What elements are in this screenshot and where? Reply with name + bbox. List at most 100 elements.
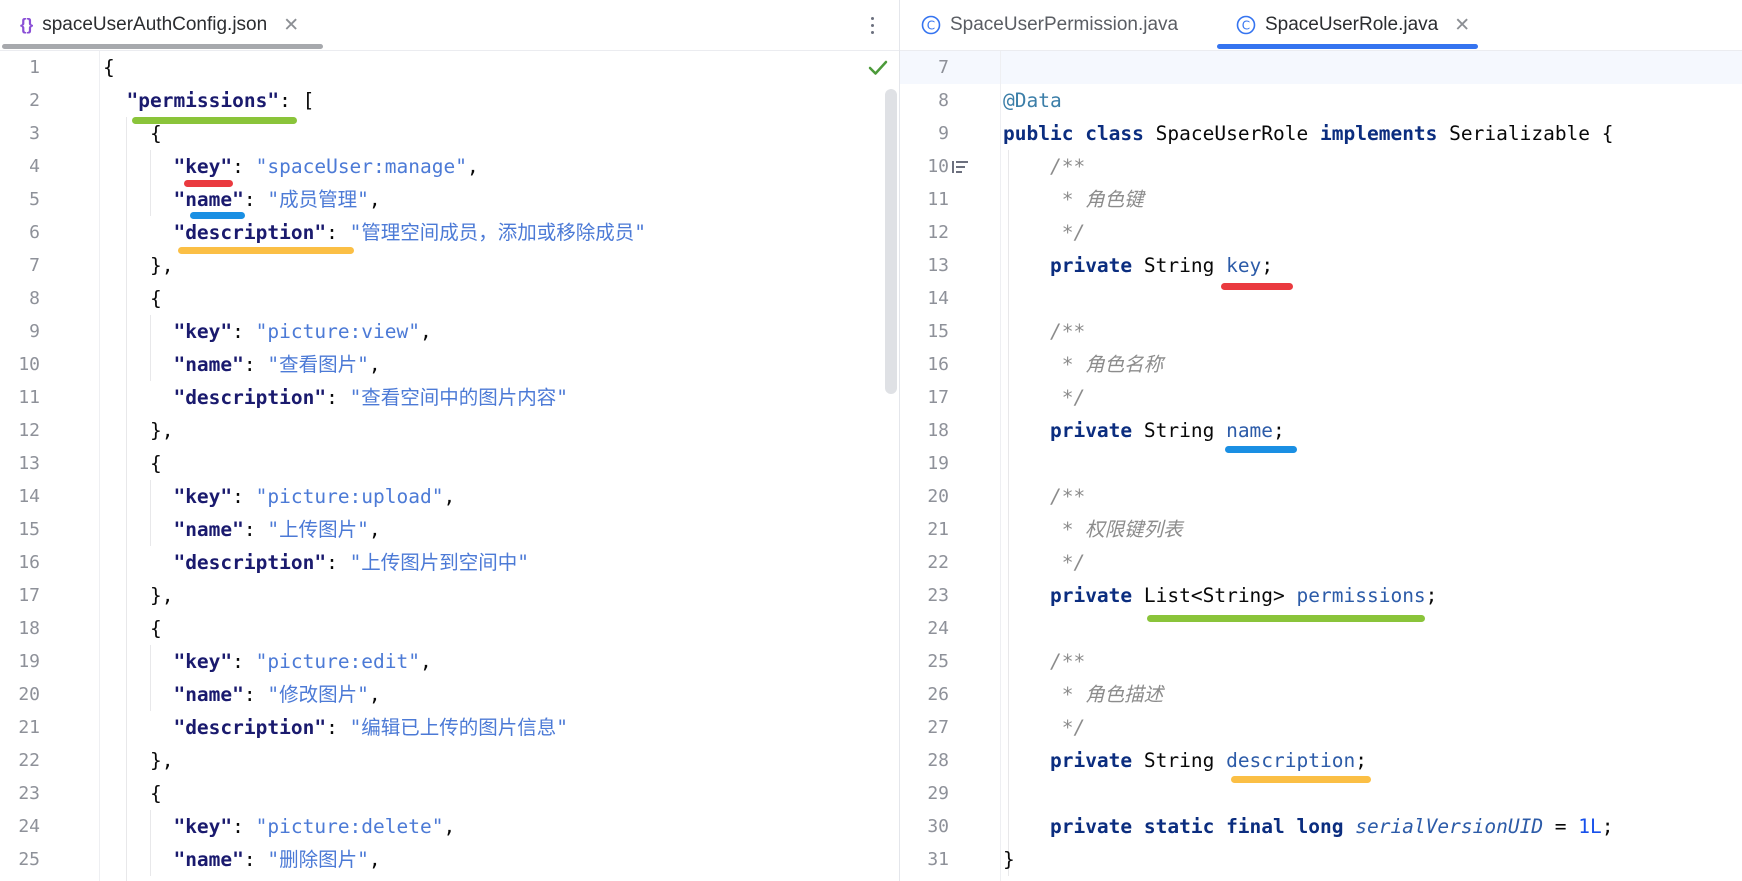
line-number: 17 — [18, 585, 40, 606]
close-icon[interactable]: ✕ — [283, 14, 299, 37]
line-number: 20 — [927, 486, 949, 507]
line-text: }, — [103, 584, 174, 607]
line-text: "permissions": [ — [126, 89, 315, 112]
code-line: 8 { — [0, 282, 899, 315]
field-name: name — [1226, 419, 1274, 442]
code-line: 14 "key": "picture:upload", — [0, 480, 899, 513]
code-line: 19 "key": "picture:edit", — [0, 645, 899, 678]
line-text: */ — [1003, 546, 1086, 579]
line-number: 8 — [938, 90, 949, 111]
json-key: "permissions" — [126, 89, 280, 112]
tab-label: SpaceUserRole.java — [1265, 14, 1439, 35]
line-text: /** — [1003, 480, 1085, 513]
line-text: "name": "删除图片", — [173, 848, 381, 871]
java-code-area[interactable]: 7 8 @Data 9 public class SpaceUserRole imple… — [900, 51, 1742, 881]
doc-comment: /** — [1003, 485, 1086, 508]
code-line: 17 */ — [900, 381, 1742, 414]
code-line: 15 /** — [900, 315, 1742, 348]
code-line: 31} — [900, 843, 1742, 876]
line-text: * 权限键列表 — [1003, 513, 1183, 546]
more-options-icon[interactable] — [862, 10, 882, 40]
number-literal: 1L — [1578, 815, 1602, 838]
keyword: public — [1003, 122, 1074, 145]
left-tab-bar: {} spaceUserAuthConfig.json ✕ — [0, 0, 899, 51]
json-key: "key" — [173, 815, 233, 838]
java-editor-pane: C SpaceUserPermission.java C SpaceUserRo… — [900, 0, 1742, 881]
keyword: private — [1049, 419, 1133, 442]
line-number: 4 — [29, 156, 40, 177]
code-line: 23 private List<String> permissions; — [900, 579, 1742, 612]
json-key: "key" — [173, 155, 233, 178]
line-number: 11 — [18, 387, 40, 408]
code-line: 11 "description": "查看空间中的图片内容" — [0, 381, 899, 414]
line-text: private String name; — [1049, 419, 1285, 442]
doc-comment: */ — [1003, 716, 1086, 739]
json-key: "key" — [173, 485, 233, 508]
doc-comment: * 权限键列表 — [1003, 518, 1183, 541]
line-text: { — [103, 56, 115, 79]
json-key: "key" — [173, 650, 233, 673]
code-line: 7 }, — [0, 249, 899, 282]
json-key: "name" — [173, 848, 244, 871]
json-string: "picture:edit" — [255, 650, 421, 673]
line-text: /** — [1003, 645, 1085, 678]
line-number: 6 — [29, 222, 40, 243]
line-text: */ — [1003, 381, 1086, 414]
code-line: 13 { — [0, 447, 899, 480]
line-text: private String description; — [1049, 749, 1367, 772]
tab-space-user-permission[interactable]: C SpaceUserPermission.java — [921, 0, 1178, 50]
line-number: 10 — [927, 156, 949, 177]
code-line: 4 "key": "spaceUser:manage", — [0, 150, 899, 183]
code-line: 21 "description": "编辑已上传的图片信息" — [0, 711, 899, 744]
highlight-green-permissions — [132, 117, 297, 124]
line-number: 19 — [18, 651, 40, 672]
keyword: private — [1049, 749, 1133, 772]
line-number: 26 — [927, 684, 949, 705]
json-code-area[interactable]: 1{2 "permissions": [3 {4 "key": "spaceUs… — [0, 51, 899, 881]
line-number: 22 — [18, 750, 40, 771]
json-string: "上传图片到空间中" — [349, 551, 530, 574]
static-field: serialVersionUID — [1355, 815, 1544, 838]
tab-space-user-auth-config[interactable]: {} spaceUserAuthConfig.json ✕ — [20, 0, 299, 50]
keyword: implements — [1320, 122, 1438, 145]
keyword: private static final long — [1049, 815, 1344, 838]
line-number: 5 — [29, 189, 40, 210]
line-text: /** — [1003, 315, 1085, 348]
code-line: 22 }, — [0, 744, 899, 777]
implementation-gutter-icon[interactable] — [951, 150, 969, 183]
line-number: 24 — [18, 816, 40, 837]
line-number: 31 — [927, 849, 949, 870]
line-text: "key": "picture:delete", — [173, 815, 456, 838]
line-text: }, — [103, 254, 174, 277]
line-number: 20 — [18, 684, 40, 705]
line-text: "description": "编辑已上传的图片信息" — [173, 716, 569, 739]
tab-label: spaceUserAuthConfig.json — [42, 14, 268, 35]
line-number: 10 — [18, 354, 40, 375]
doc-comment: */ — [1003, 551, 1086, 574]
json-key: "description" — [173, 386, 327, 409]
line-text: private String key; — [1049, 254, 1274, 277]
json-key: "description" — [173, 716, 327, 739]
line-text: * 角色名称 — [1003, 348, 1164, 381]
close-icon[interactable]: ✕ — [1454, 14, 1470, 37]
code-line: 5 "name": "成员管理", — [0, 183, 899, 216]
code-line: 9 public class SpaceUserRole implements S… — [900, 117, 1742, 150]
line-text: @Data — [1003, 84, 1062, 117]
line-number: 21 — [927, 519, 949, 540]
json-key: "description" — [173, 551, 327, 574]
line-text: "description": "上传图片到空间中" — [173, 551, 530, 574]
json-string: "上传图片" — [267, 518, 369, 541]
line-number: 11 — [927, 189, 949, 210]
annotation: @Data — [1003, 89, 1062, 112]
line-number: 23 — [927, 585, 949, 606]
keyword: private — [1049, 584, 1133, 607]
line-number: 13 — [18, 453, 40, 474]
line-text: "name": "上传图片", — [173, 518, 381, 541]
line-text: "key": "picture:edit", — [173, 650, 432, 673]
tab-space-user-role[interactable]: C SpaceUserRole.java ✕ — [1236, 0, 1470, 50]
highlight-green-permissions — [1147, 615, 1425, 622]
line-text: "name": "查看图片", — [173, 353, 381, 376]
line-number: 15 — [18, 519, 40, 540]
line-number: 1 — [29, 57, 40, 78]
code-line: 20 "name": "修改图片", — [0, 678, 899, 711]
